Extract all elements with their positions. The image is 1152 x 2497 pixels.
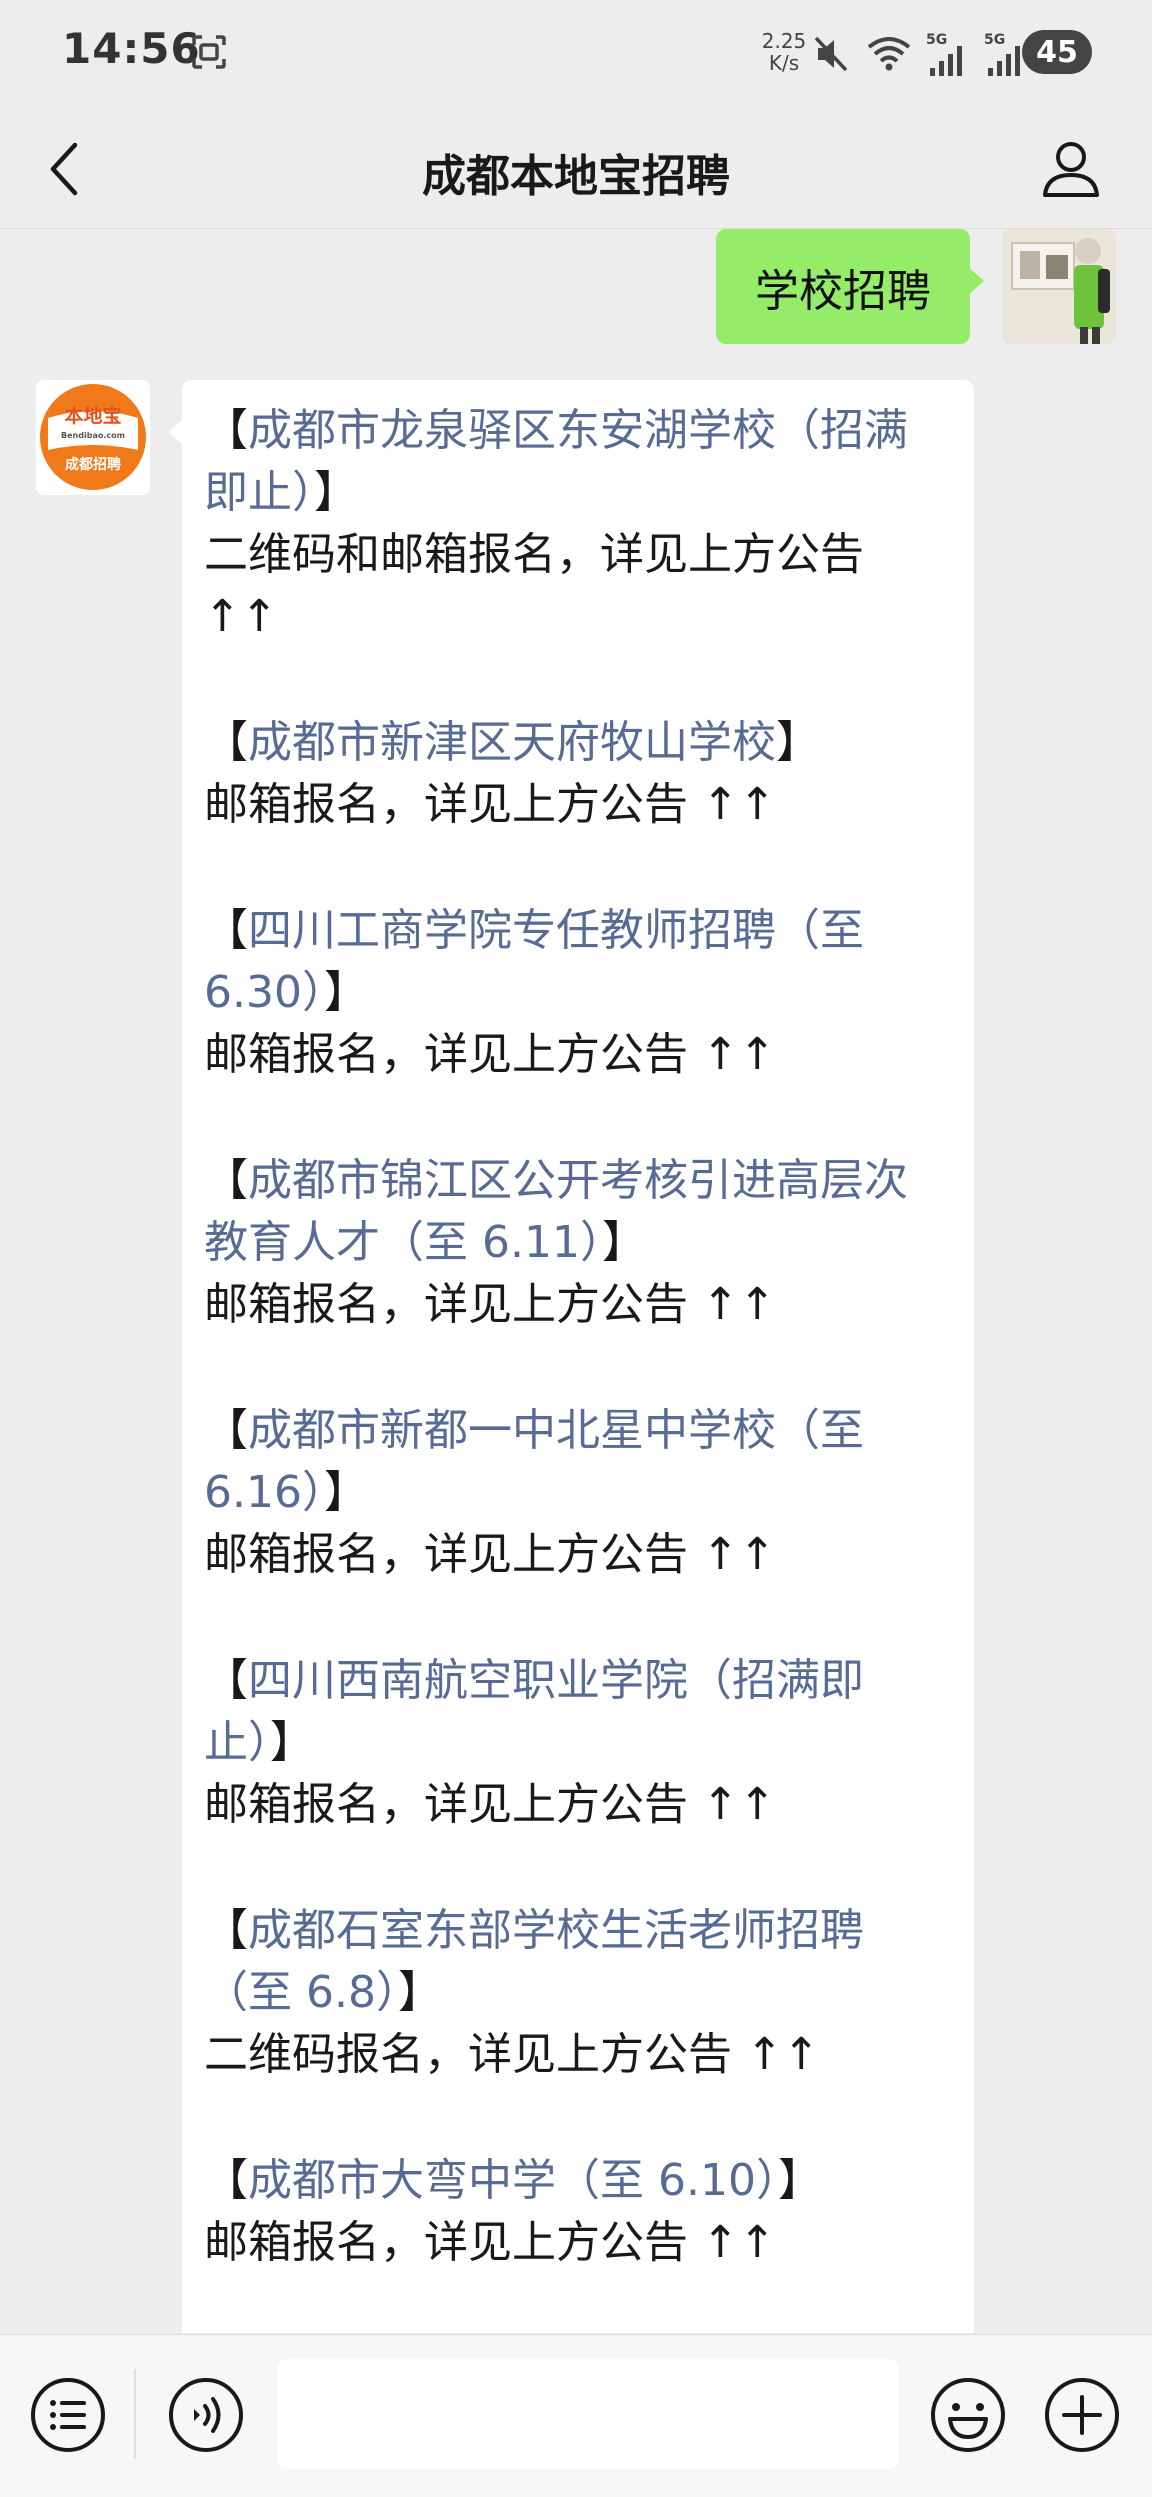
input-bar-divider [134, 2369, 136, 2459]
bracket-open: 【 [204, 1405, 248, 1456]
job-entry[interactable]: 【成都市新津区天府牧山学校】 邮箱报名，详见上方公告 ↑↑ [204, 712, 944, 836]
message-input[interactable] [277, 2359, 899, 2469]
logo-top-text: 本地宝 [64, 404, 121, 427]
job-entry-link[interactable]: 【成都市新津区天府牧山学校】 [204, 712, 944, 774]
job-entry-title[interactable]: 成都市锦江区公开考核引进高层次教育人才（至 6.11） [204, 1155, 908, 1268]
job-entry-link[interactable]: 【成都石室东部学校生活老师招聘（至 6.8）】 [204, 1900, 944, 2024]
net-speed: 2.25 K/s [756, 30, 812, 74]
official-account-avatar[interactable]: 本地宝 Bendibao.com 成都招聘 [36, 380, 150, 495]
job-entry-link[interactable]: 【四川西南航空职业学院（招满即止）】 [204, 1650, 944, 1774]
signal-1-icon: 5G [926, 32, 970, 76]
mute-icon [814, 36, 848, 72]
bracket-open: 【 [204, 1905, 248, 1956]
job-entry-description: 邮箱报名，详见上方公告 ↑↑ [204, 779, 776, 830]
job-entry-link[interactable]: 【成都市龙泉驿区东安湖学校（招满即止）】 [204, 400, 944, 524]
job-entry[interactable]: 【成都市龙泉驿区东安湖学校（招满即止）】 二维码和邮箱报名，详见上方公告 ↑↑ [204, 400, 944, 648]
bracket-open: 【 [204, 905, 248, 956]
job-entry-link[interactable]: 【成都市大弯中学（至 6.10）】 [204, 2150, 944, 2212]
status-bar: 14:56 2.25 K/s 5G 5G 45 [0, 0, 1152, 110]
status-icons: 5G 5G [812, 30, 1028, 78]
bracket-close: 】 [397, 1967, 442, 2018]
job-entry-description: 二维码报名，详见上方公告 ↑↑ [204, 2029, 820, 2080]
job-entry-title[interactable]: 成都市龙泉驿区东安湖学校（招满即止） [204, 405, 908, 518]
job-entry-link[interactable]: 【成都市新都一中北星中学校（至 6.16）】 [204, 1400, 944, 1524]
bracket-close: 】 [776, 717, 820, 768]
job-entry[interactable]: 【成都石室东部学校生活老师招聘（至 6.8）】 二维码报名，详见上方公告 ↑↑ [204, 1900, 944, 2086]
bracket-open: 【 [204, 1655, 248, 1706]
net-speed-unit: K/s [768, 51, 800, 75]
job-list: 【成都市龙泉驿区东安湖学校（招满即止）】 二维码和邮箱报名，详见上方公告 ↑↑ 【成… [204, 400, 944, 2333]
job-entry-description: 邮箱报名，详见上方公告 ↑↑ [204, 2217, 776, 2268]
status-time: 14:56 [62, 24, 201, 73]
job-entry[interactable]: 【四川工商学院专任教师招聘（至 6.30）】 邮箱报名，详见上方公告 ↑↑ [204, 900, 944, 1086]
message-input-bar [0, 2334, 1152, 2497]
job-entry[interactable]: 【成都市锦江区公开考核引进高层次教育人才（至 6.11）】 邮箱报名，详见上方公告… [204, 1150, 944, 1336]
job-entry-title[interactable]: 成都石室东部学校生活老师招聘（至 6.8） [204, 1905, 864, 2018]
job-entry-description: 邮箱报名，详见上方公告 ↑↑ [204, 1279, 776, 1330]
job-entry[interactable]: 【成都市新都一中北星中学校（至 6.16）】 邮箱报名，详见上方公告 ↑↑ [204, 1400, 944, 1586]
chat-header: 成都本地宝招聘 [0, 110, 1152, 229]
bracket-close: 】 [323, 1467, 368, 1518]
bracket-open: 【 [204, 717, 248, 768]
user-avatar[interactable] [1002, 229, 1116, 344]
received-message-bubble: 【成都市龙泉驿区东安湖学校（招满即止）】 二维码和邮箱报名，详见上方公告 ↑↑ 【成… [168, 380, 974, 2333]
profile-button[interactable] [1036, 130, 1106, 206]
bendibao-logo: 本地宝 Bendibao.com 成都招聘 [36, 380, 150, 495]
user-avatar-photo [1002, 229, 1116, 344]
plus-icon[interactable] [1042, 2375, 1122, 2455]
logo-domain-text: Bendibao.com [61, 431, 125, 440]
page-title: 成都本地宝招聘 [422, 151, 730, 202]
job-entry-title[interactable]: 四川工商学院专任教师招聘（至 6.30） [204, 905, 864, 1018]
sent-message-text: 学校招聘 [755, 265, 931, 317]
bracket-close: 】 [323, 967, 368, 1018]
job-entry-description: 邮箱报名，详见上方公告 ↑↑ [204, 1779, 776, 1830]
job-entry-link[interactable]: 【四川工商学院专任教师招聘（至 6.30）】 [204, 900, 944, 1024]
bracket-close: 】 [601, 1217, 646, 1268]
bracket-close: 】 [314, 467, 358, 518]
bracket-open: 【 [204, 1155, 248, 1206]
menu-list-icon[interactable] [28, 2375, 108, 2455]
job-entry-title[interactable]: 成都市新津区天府牧山学校 [248, 717, 776, 768]
bracket-close: 】 [777, 2155, 822, 2206]
job-entry-description: 邮箱报名，详见上方公告 ↑↑ [204, 1029, 776, 1080]
job-entry-description: 二维码和邮箱报名，详见上方公告 ↑↑ [204, 529, 864, 642]
battery-indicator: 45 [1022, 30, 1092, 74]
logo-bottom-text: 成都招聘 [65, 456, 121, 473]
job-entry[interactable]: 【四川西南航空职业学院（招满即止）】 邮箱报名，详见上方公告 ↑↑ [204, 1650, 944, 1836]
job-entry-title[interactable]: 成都市新都一中北星中学校（至 6.16） [204, 1405, 864, 1518]
bracket-open: 【 [204, 405, 248, 456]
profile-icon [1043, 142, 1099, 197]
job-entry-link[interactable]: 【成都市锦江区公开考核引进高层次教育人才（至 6.11）】 [204, 1150, 944, 1274]
bracket-open: 【 [204, 2155, 248, 2206]
job-entry[interactable]: 【成都市大弯中学（至 6.10）】 邮箱报名，详见上方公告 ↑↑ [204, 2150, 944, 2274]
sent-message-bubble[interactable]: 学校招聘 [716, 229, 984, 344]
job-entry-title[interactable]: 成都市大弯中学（至 6.10） [248, 2155, 778, 2206]
job-entry-description: 邮箱报名，详见上方公告 ↑↑ [204, 1529, 776, 1580]
wifi-icon [867, 37, 911, 71]
emoji-icon[interactable] [928, 2375, 1008, 2455]
net-speed-value: 2.25 [761, 29, 807, 53]
voice-icon[interactable] [166, 2375, 246, 2455]
screenshot-icon [192, 35, 226, 69]
chat-area[interactable]: 学校招聘 本地宝 Bendibao.com 成都招聘 【成都市龙泉驿区东安湖学校… [0, 229, 1152, 2333]
bracket-close: 】 [270, 1717, 314, 1768]
